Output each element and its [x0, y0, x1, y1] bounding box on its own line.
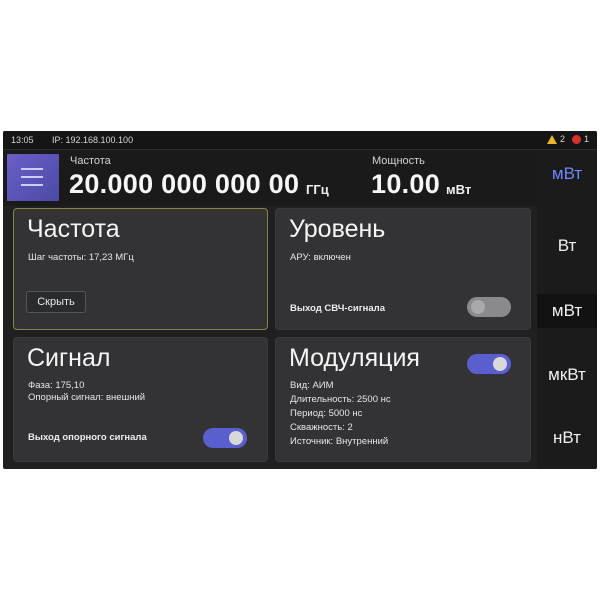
unit-option-w[interactable]: Вт	[537, 236, 597, 256]
modulation-toggle[interactable]	[467, 354, 511, 374]
device-screen: 13:05 IP: 192.168.100.100 2 1 Частота 20…	[3, 131, 597, 469]
power-label: Мощность	[372, 155, 425, 167]
modulation-card-title: Модуляция	[289, 344, 420, 372]
menu-button[interactable]	[7, 154, 59, 201]
signal-card-title: Сигнал	[27, 344, 111, 372]
unit-current[interactable]: мВт	[537, 164, 597, 184]
unit-selector: мВт Вт мВт мкВт нВт	[537, 150, 597, 469]
modulation-duration: Длительность: 2500 нс	[290, 394, 391, 405]
rf-output-label: Выход СВЧ-сигнала	[290, 303, 385, 314]
phase-value: Фаза: 175,10	[28, 380, 85, 391]
reference-signal: Опорный сигнал: внешний	[28, 392, 146, 403]
status-ip: IP: 192.168.100.100	[52, 135, 134, 145]
frequency-unit: ГГц	[306, 182, 329, 197]
error-count: 1	[583, 134, 589, 144]
warning-icon	[546, 134, 557, 144]
menu-icon	[21, 168, 43, 170]
hide-button[interactable]: Скрыть	[26, 291, 86, 313]
modulation-period: Период: 5000 нс	[290, 408, 363, 419]
frequency-step: Шаг частоты: 17,23 МГц	[28, 252, 134, 263]
modulation-type: Вид: АИМ	[290, 380, 334, 391]
power-unit: мВт	[446, 182, 472, 197]
frequency-value[interactable]: 20.000 000 000 00	[69, 169, 299, 200]
rf-output-toggle[interactable]	[467, 297, 511, 317]
unit-option-nw[interactable]: нВт	[537, 428, 597, 448]
toggle-knob	[471, 300, 485, 314]
modulation-source: Источник: Внутренний	[290, 436, 389, 447]
toggle-knob	[229, 431, 243, 445]
ref-output-label: Выход опорного сигнала	[28, 432, 147, 443]
unit-option-uw[interactable]: мкВт	[537, 365, 597, 385]
toggle-knob	[493, 357, 507, 371]
agc-status: АРУ: включен	[290, 252, 351, 263]
unit-option-mw[interactable]: мВт	[537, 294, 597, 328]
frequency-card[interactable]: Частота Шаг частоты: 17,23 МГц Скрыть	[13, 208, 268, 330]
level-card[interactable]: Уровень АРУ: включен Выход СВЧ-сигнала	[275, 208, 531, 330]
signal-card[interactable]: Сигнал Фаза: 175,10 Опорный сигнал: внеш…	[13, 337, 268, 462]
status-time: 13:05	[11, 135, 34, 145]
modulation-card[interactable]: Модуляция Вид: АИМ Длительность: 2500 нс…	[275, 337, 531, 462]
menu-icon-bar	[21, 184, 43, 186]
error-icon	[571, 134, 581, 144]
warning-count: 2	[559, 134, 565, 144]
header-readout: Частота 20.000 000 000 00 ГГц Мощность 1…	[3, 150, 537, 206]
ref-output-toggle[interactable]	[203, 428, 247, 448]
level-card-title: Уровень	[289, 215, 386, 243]
modulation-duty: Скважность: 2	[290, 422, 353, 433]
power-value[interactable]: 10.00	[371, 169, 440, 200]
menu-icon-bar	[21, 176, 43, 178]
status-bar: 13:05 IP: 192.168.100.100 2 1	[3, 131, 597, 150]
status-alerts[interactable]: 2 1	[546, 134, 589, 144]
frequency-label: Частота	[70, 155, 111, 167]
frequency-card-title: Частота	[27, 215, 120, 243]
